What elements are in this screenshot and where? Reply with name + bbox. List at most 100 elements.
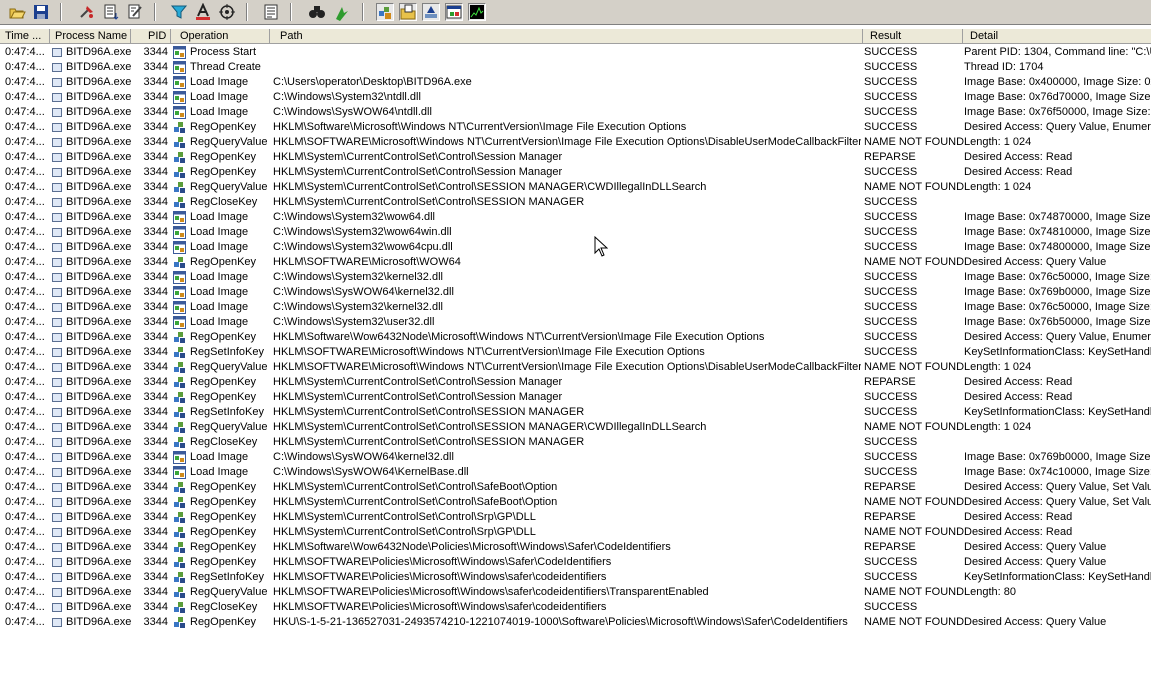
- registry-activity-icon: [173, 511, 186, 524]
- autoscroll-icon[interactable]: [102, 3, 120, 21]
- event-row[interactable]: 0:47:4... BITD96A.exe 3344 RegOpenKey HKLM\S…: [0, 330, 1151, 345]
- event-operation: RegQueryValue: [173, 360, 270, 375]
- event-process-name: BITD96A.exe: [66, 136, 132, 148]
- process-activity-icon[interactable]: [445, 3, 463, 21]
- clear-icon[interactable]: [126, 3, 144, 21]
- column-header-detail[interactable]: Detail: [963, 29, 1151, 44]
- column-header-process-name[interactable]: Process Name: [50, 29, 131, 44]
- event-row[interactable]: 0:47:4... BITD96A.exe 3344 RegOpenKey HKLM\S…: [0, 525, 1151, 540]
- process-icon: [52, 153, 62, 162]
- event-pid: 3344: [143, 106, 168, 118]
- event-time: 0:47:4...: [5, 526, 45, 538]
- event-row[interactable]: 0:47:4... BITD96A.exe 3344 RegOpenKey HKLM\S…: [0, 540, 1151, 555]
- event-operation-label: Load Image: [190, 241, 249, 253]
- event-operation-label: RegSetInfoKey: [190, 406, 264, 418]
- profiling-icon[interactable]: [468, 3, 486, 21]
- event-result: REPARSE: [864, 481, 916, 493]
- properties-icon[interactable]: [262, 3, 280, 21]
- event-process: BITD96A.exe: [52, 225, 134, 240]
- event-row[interactable]: 0:47:4... BITD96A.exe 3344 RegOpenKey HKLM\S…: [0, 555, 1151, 570]
- target-icon[interactable]: [218, 3, 236, 21]
- event-pid: 3344: [143, 61, 168, 73]
- open-icon[interactable]: [8, 3, 26, 21]
- column-header-time[interactable]: Time ...: [0, 29, 50, 44]
- filter-icon[interactable]: [170, 3, 188, 21]
- process-activity-icon: [173, 286, 186, 299]
- event-time: 0:47:4...: [5, 601, 45, 613]
- event-row[interactable]: 0:47:4... BITD96A.exe 3344 RegQueryValue HKL…: [0, 585, 1151, 600]
- event-path: HKLM\SOFTWARE\Microsoft\Windows NT\Curre…: [273, 346, 705, 358]
- find-icon[interactable]: [308, 3, 326, 21]
- event-pid: 3344: [143, 46, 168, 58]
- event-row[interactable]: 0:47:4... BITD96A.exe 3344 Load Image C:\Win…: [0, 240, 1151, 255]
- event-process: BITD96A.exe: [52, 330, 134, 345]
- process-icon: [52, 513, 62, 522]
- column-header-pid[interactable]: PID: [131, 29, 171, 44]
- event-row[interactable]: 0:47:4... BITD96A.exe 3344 Load Image C:\Win…: [0, 300, 1151, 315]
- capture-icon[interactable]: [78, 3, 96, 21]
- event-row[interactable]: 0:47:4... BITD96A.exe 3344 Load Image C:\Win…: [0, 90, 1151, 105]
- registry-activity-icon[interactable]: [376, 3, 394, 21]
- event-pid: 3344: [143, 421, 168, 433]
- event-row[interactable]: 0:47:4... BITD96A.exe 3344 Load Image C:\Win…: [0, 225, 1151, 240]
- column-header-path[interactable]: Path: [270, 29, 863, 44]
- event-time: 0:47:4...: [5, 121, 45, 133]
- event-path: HKLM\System\CurrentControlSet\Control\Se…: [273, 166, 563, 178]
- event-row[interactable]: 0:47:4... BITD96A.exe 3344 Load Image C:\Win…: [0, 285, 1151, 300]
- save-icon[interactable]: [32, 3, 50, 21]
- event-row[interactable]: 0:47:4... BITD96A.exe 3344 RegSetInfoKey HKL…: [0, 405, 1151, 420]
- event-result: SUCCESS: [864, 271, 918, 283]
- event-row[interactable]: 0:47:4... BITD96A.exe 3344 Load Image C:\Win…: [0, 450, 1151, 465]
- event-row[interactable]: 0:47:4... BITD96A.exe 3344 Load Image C:\Win…: [0, 210, 1151, 225]
- event-row[interactable]: 0:47:4... BITD96A.exe 3344 RegOpenKey HKU\S-…: [0, 615, 1151, 630]
- event-row[interactable]: 0:47:4... BITD96A.exe 3344 Load Image C:\Win…: [0, 315, 1151, 330]
- event-row[interactable]: 0:47:4... BITD96A.exe 3344 RegCloseKey HKLM\…: [0, 435, 1151, 450]
- event-operation-label: RegQueryValue: [190, 361, 268, 373]
- event-row[interactable]: 0:47:4... BITD96A.exe 3344 RegQueryValue HKL…: [0, 135, 1151, 150]
- event-time: 0:47:4...: [5, 301, 45, 313]
- event-row[interactable]: 0:47:4... BITD96A.exe 3344 Load Image C:\Win…: [0, 465, 1151, 480]
- event-operation-label: RegOpenKey: [190, 121, 257, 133]
- event-process-name: BITD96A.exe: [66, 241, 132, 253]
- registry-activity-icon: [173, 556, 186, 569]
- event-row[interactable]: 0:47:4... BITD96A.exe 3344 Process Start SUC…: [0, 45, 1151, 60]
- event-row[interactable]: 0:47:4... BITD96A.exe 3344 RegCloseKey HKLM\…: [0, 195, 1151, 210]
- event-pid: 3344: [143, 286, 168, 298]
- event-row[interactable]: 0:47:4... BITD96A.exe 3344 RegOpenKey HKLM\S…: [0, 495, 1151, 510]
- event-row[interactable]: 0:47:4... BITD96A.exe 3344 Load Image C:\Use…: [0, 75, 1151, 90]
- highlight-icon[interactable]: [194, 2, 212, 21]
- event-pid: 3344: [143, 121, 168, 133]
- file-activity-icon[interactable]: [399, 3, 417, 21]
- column-header-operation[interactable]: Operation: [171, 29, 270, 44]
- event-row[interactable]: 0:47:4... BITD96A.exe 3344 RegOpenKey HKLM\S…: [0, 150, 1151, 165]
- registry-activity-icon: [173, 571, 186, 584]
- event-row[interactable]: 0:47:4... BITD96A.exe 3344 Load Image C:\Win…: [0, 270, 1151, 285]
- jump-icon[interactable]: [332, 3, 350, 21]
- event-row[interactable]: 0:47:4... BITD96A.exe 3344 RegOpenKey HKLM\S…: [0, 510, 1151, 525]
- event-row[interactable]: 0:47:4... BITD96A.exe 3344 RegOpenKey HKLM\S…: [0, 375, 1151, 390]
- event-row[interactable]: 0:47:4... BITD96A.exe 3344 RegQueryValue HKL…: [0, 360, 1151, 375]
- event-time: 0:47:4...: [5, 46, 45, 58]
- event-row[interactable]: 0:47:4... BITD96A.exe 3344 RegOpenKey HKLM\S…: [0, 390, 1151, 405]
- event-row[interactable]: 0:47:4... BITD96A.exe 3344 RegOpenKey HKLM\S…: [0, 480, 1151, 495]
- event-path: HKLM\System\CurrentControlSet\Control\Sr…: [273, 511, 536, 523]
- event-pid: 3344: [143, 331, 168, 343]
- event-row[interactable]: 0:47:4... BITD96A.exe 3344 RegSetInfoKey HKL…: [0, 345, 1151, 360]
- event-row[interactable]: 0:47:4... BITD96A.exe 3344 RegQueryValue HKL…: [0, 420, 1151, 435]
- event-row[interactable]: 0:47:4... BITD96A.exe 3344 RegCloseKey HKLM\…: [0, 600, 1151, 615]
- event-row[interactable]: 0:47:4... BITD96A.exe 3344 Thread Create SUC…: [0, 60, 1151, 75]
- event-detail: [964, 195, 1151, 210]
- event-row[interactable]: 0:47:4... BITD96A.exe 3344 RegSetInfoKey HKL…: [0, 570, 1151, 585]
- event-operation: Load Image: [173, 465, 270, 480]
- event-row[interactable]: 0:47:4... BITD96A.exe 3344 RegOpenKey HKLM\S…: [0, 255, 1151, 270]
- event-row[interactable]: 0:47:4... BITD96A.exe 3344 RegOpenKey HKLM\S…: [0, 120, 1151, 135]
- event-result: NAME NOT FOUND: [864, 496, 964, 508]
- event-row[interactable]: 0:47:4... BITD96A.exe 3344 Load Image C:\Win…: [0, 105, 1151, 120]
- event-row[interactable]: 0:47:4... BITD96A.exe 3344 RegOpenKey HKLM\S…: [0, 165, 1151, 180]
- event-row[interactable]: 0:47:4... BITD96A.exe 3344 RegQueryValue HKL…: [0, 180, 1151, 195]
- network-activity-icon[interactable]: [422, 3, 440, 21]
- event-process: BITD96A.exe: [52, 45, 134, 60]
- event-operation-label: RegOpenKey: [190, 541, 257, 553]
- event-detail: [964, 600, 1151, 615]
- column-header-result[interactable]: Result: [863, 29, 963, 44]
